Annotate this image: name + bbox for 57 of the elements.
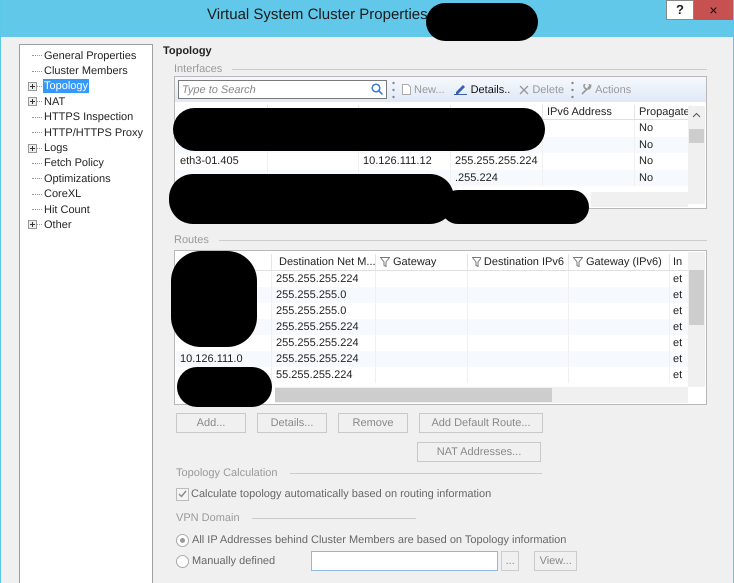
- toolbar-grip-icon: [392, 80, 395, 98]
- checkbox-label: Calculate topology automatically based on routing information: [191, 487, 492, 501]
- table-cell: 55.255.255.224: [272, 367, 376, 383]
- search-icon: [371, 83, 383, 95]
- column-header[interactable]: IPv6 Address: [543, 105, 635, 119]
- close-button[interactable]: ×: [694, 0, 733, 20]
- filter-icon: [380, 257, 390, 267]
- tree-item[interactable]: Logs: [43, 141, 69, 156]
- expand-icon[interactable]: [28, 220, 37, 230]
- tree-item[interactable]: Other: [43, 218, 73, 232]
- section-label: VPN Domain: [176, 511, 240, 525]
- tree-item[interactable]: NAT: [43, 94, 66, 109]
- expand-icon[interactable]: [28, 144, 37, 153]
- tree-item[interactable]: CoreXL: [43, 187, 82, 202]
- tree-item[interactable]: Hit Count: [43, 202, 91, 217]
- filter-icon: [573, 257, 583, 267]
- search-field[interactable]: Type to Search: [178, 80, 387, 99]
- page-title: Topology: [163, 44, 213, 58]
- column-header[interactable]: Gateway: [376, 254, 468, 270]
- tree-item[interactable]: Cluster Members: [43, 64, 129, 78]
- pencil-icon: [454, 84, 468, 95]
- input-field[interactable]: [311, 551, 498, 571]
- vertical-scrollbar[interactable]: [688, 106, 705, 204]
- scrollbar-thumb[interactable]: [275, 388, 552, 402]
- document-icon: [402, 84, 411, 95]
- section-label: Topology Calculation: [176, 466, 278, 480]
- tree-item[interactable]: HTTP/HTTPS Proxy: [43, 126, 144, 140]
- section-label: Routes: [174, 233, 209, 247]
- toolbar-grip-icon: [571, 80, 574, 98]
- filter-icon: [472, 257, 481, 267]
- radio-label: Manually defined: [192, 554, 276, 568]
- tree-item[interactable]: HTTPS Inspection: [43, 110, 134, 124]
- horizontal-scrollbar[interactable]: [591, 192, 688, 207]
- column-header[interactable]: Destination IPv6: [468, 254, 569, 270]
- expand-icon[interactable]: [28, 97, 37, 106]
- tree-item[interactable]: Optimizations: [43, 172, 112, 186]
- details-button[interactable]: Details..: [452, 82, 512, 96]
- tree-item[interactable]: Fetch Policy: [43, 156, 105, 170]
- vertical-scrollbar[interactable]: [688, 252, 705, 387]
- column-header[interactable]: Destination Net M...: [272, 254, 376, 270]
- wrench-icon: [581, 84, 592, 95]
- section-label: Interfaces: [174, 62, 222, 76]
- checkbox[interactable]: [176, 488, 189, 500]
- column-header[interactable]: Gateway (IPv6): [569, 254, 670, 270]
- scrollbar-thumb[interactable]: [689, 270, 704, 325]
- delete-icon: [519, 84, 530, 94]
- help-button[interactable]: ?: [666, 0, 694, 20]
- scrollbar-thumb[interactable]: [689, 129, 704, 143]
- radio-button[interactable]: [176, 554, 189, 568]
- window-title: Virtual System Cluster Properties: [207, 8, 428, 22]
- tree-item[interactable]: General Properties: [43, 48, 138, 63]
- radio-label: All IP Addresses behind Cluster Members are based on Topology information: [192, 533, 566, 547]
- table-cell: .255.224: [451, 170, 543, 186]
- expand-icon[interactable]: [28, 82, 37, 91]
- radio-button[interactable]: [176, 534, 189, 546]
- scroll-up-icon[interactable]: [692, 112, 701, 118]
- horizontal-scrollbar[interactable]: [275, 387, 688, 403]
